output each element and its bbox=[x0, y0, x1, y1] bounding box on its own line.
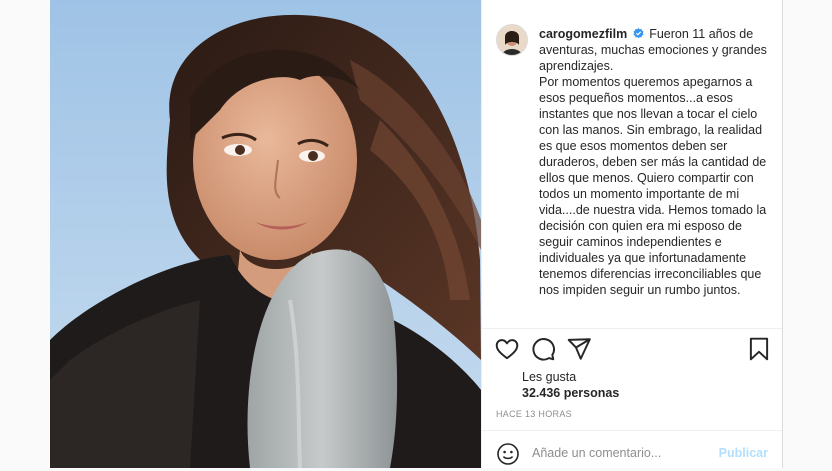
publish-button[interactable]: Publicar bbox=[719, 446, 768, 460]
avatar[interactable] bbox=[496, 24, 528, 56]
verified-badge-icon bbox=[633, 27, 644, 39]
instagram-post: carogomezfilm Fueron 11 años de aventura… bbox=[50, 0, 783, 468]
post-timestamp[interactable]: HACE 13 HORAS bbox=[496, 409, 572, 419]
username-link[interactable]: carogomezfilm bbox=[539, 27, 627, 41]
caption-area: carogomezfilm Fueron 11 años de aventura… bbox=[482, 0, 782, 328]
post-caption: carogomezfilm Fueron 11 años de aventura… bbox=[539, 26, 769, 298]
comment-input[interactable] bbox=[532, 442, 712, 464]
bookmark-icon[interactable] bbox=[746, 336, 774, 364]
post-side-panel: carogomezfilm Fueron 11 años de aventura… bbox=[481, 0, 782, 468]
emoji-icon[interactable] bbox=[496, 442, 520, 466]
paper-plane-icon[interactable] bbox=[566, 336, 594, 364]
heart-icon[interactable] bbox=[494, 336, 522, 364]
likes-count[interactable]: 32.436 personas bbox=[522, 386, 619, 400]
action-bar bbox=[482, 336, 782, 366]
divider bbox=[482, 328, 782, 329]
likes-label: Les gusta bbox=[522, 370, 577, 384]
post-photo[interactable] bbox=[50, 0, 481, 468]
comment-icon[interactable] bbox=[530, 336, 558, 364]
comment-bar: Publicar bbox=[482, 430, 782, 468]
caption-text-rest: Por momentos queremos apegarnos a esos p… bbox=[539, 75, 767, 297]
